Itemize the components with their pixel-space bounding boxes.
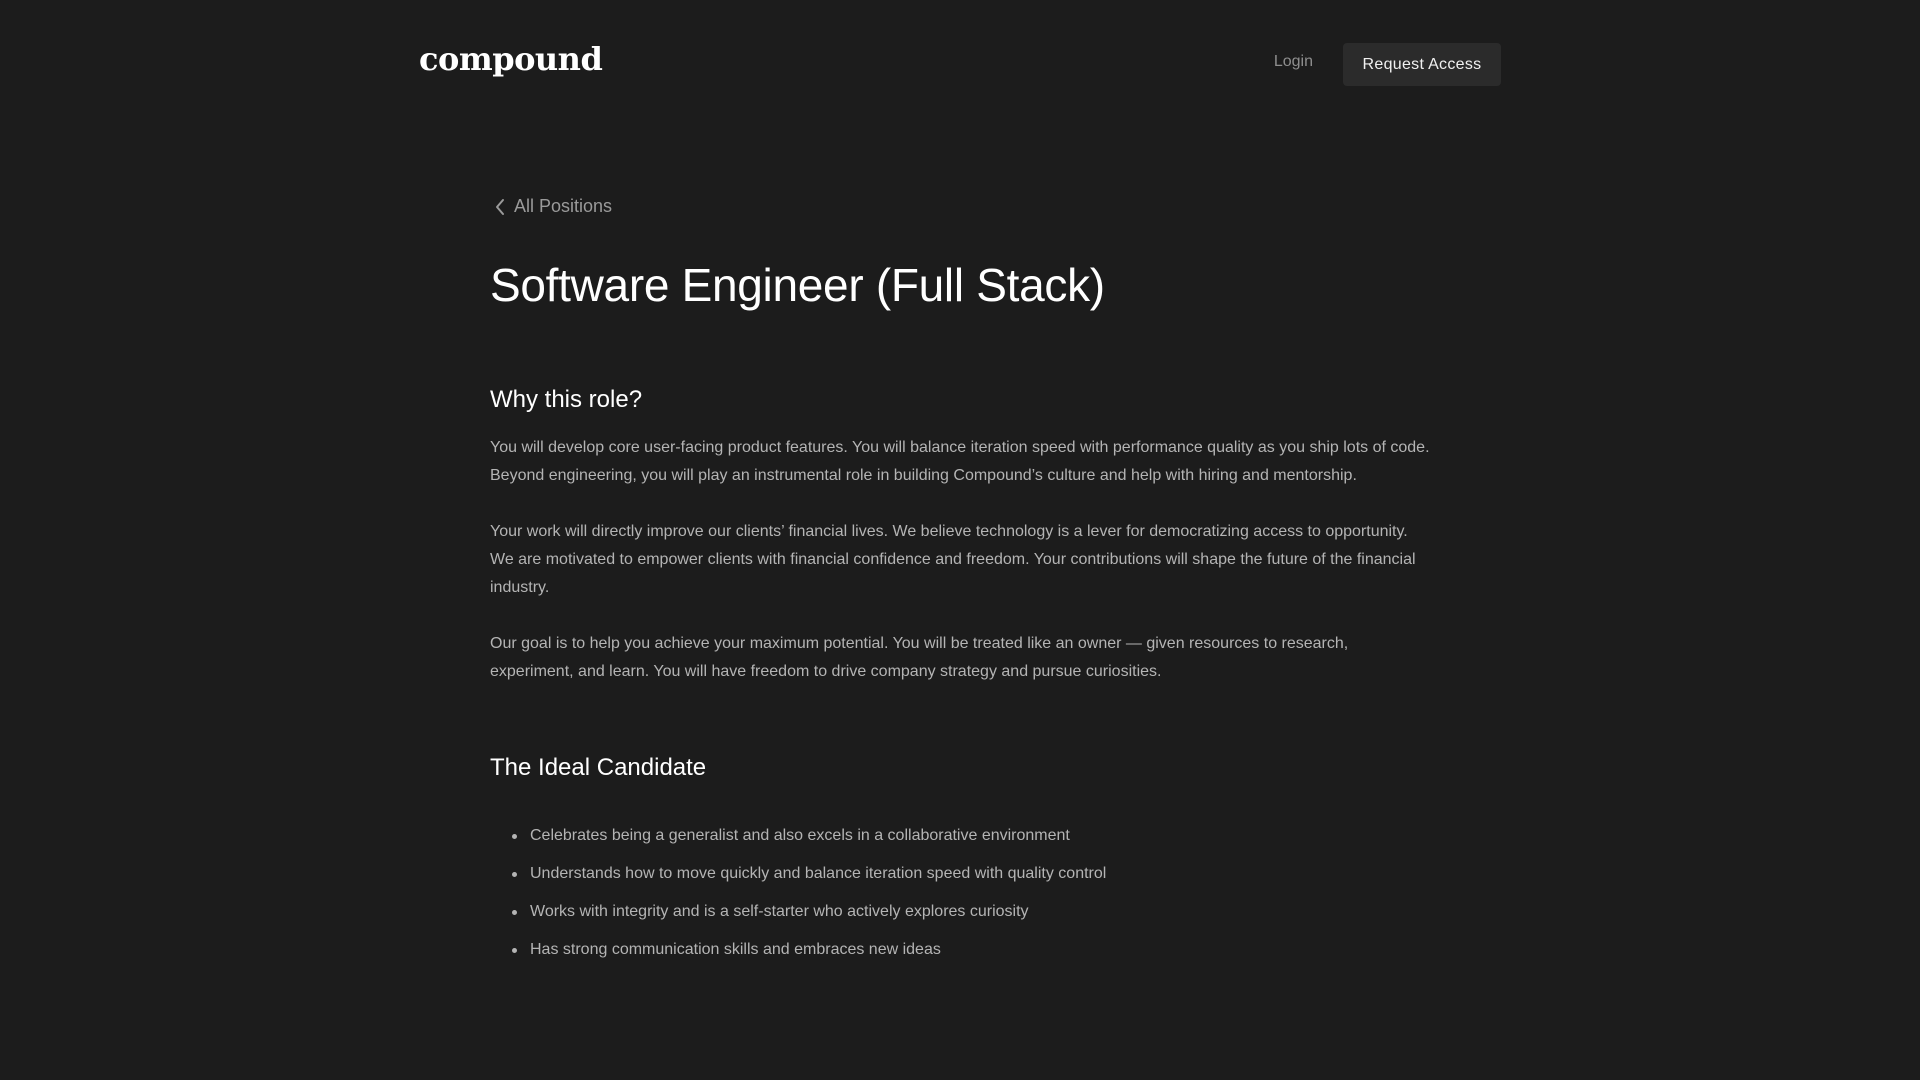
ideal-candidate-heading: The Ideal Candidate (490, 754, 707, 781)
page: compound Login Request Access All Positi… (0, 0, 1920, 1080)
role-paragraph: You will develop core user-facing produc… (490, 439, 1430, 484)
chevron-left-icon (496, 198, 504, 215)
ideal-candidate-list: Celebrates being a generalist and also e… (490, 822, 1106, 974)
request-access-button[interactable]: Request Access (1343, 43, 1501, 86)
list-item: Understands how to move quickly and bala… (511, 860, 1106, 898)
role-paragraph: Our goal is to help you achieve your max… (490, 635, 1349, 680)
compound-logo[interactable]: compound (419, 40, 603, 78)
all-positions-label: All Positions (514, 196, 613, 216)
page-title: Software Engineer (Full Stack) (490, 259, 1105, 311)
role-paragraph: Your work will directly improve our clie… (490, 523, 1416, 596)
list-item: Celebrates being a generalist and also e… (511, 822, 1106, 860)
why-this-role-heading: Why this role? (490, 386, 643, 413)
site-header: compound Login Request Access (419, 0, 1501, 128)
list-item: Works with integrity and is a self-start… (511, 898, 1106, 936)
all-positions-link[interactable]: All Positions (490, 196, 612, 217)
login-link[interactable]: Login (1274, 53, 1313, 71)
list-item: Has strong communication skills and embr… (511, 936, 1106, 974)
